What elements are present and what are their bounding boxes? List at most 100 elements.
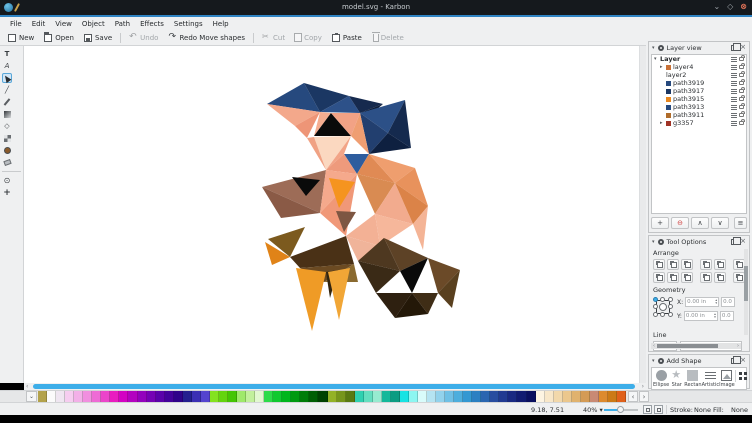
palette-swatch[interactable] — [210, 391, 219, 402]
scroll-left-icon[interactable]: ‹ — [26, 383, 28, 390]
group-button[interactable] — [700, 259, 712, 270]
palette-prev-button[interactable]: ‹ — [628, 391, 638, 402]
menu-settings[interactable]: Settings — [169, 20, 208, 28]
palette-swatch[interactable] — [219, 391, 228, 402]
float-panel-icon[interactable] — [731, 358, 737, 364]
anchor-selector[interactable] — [653, 297, 673, 317]
palette-swatch[interactable] — [47, 391, 56, 402]
zoom-width-icon[interactable] — [654, 405, 663, 414]
scroll-right-icon[interactable]: › — [642, 383, 644, 390]
lock-icon[interactable] — [739, 97, 744, 101]
layer-properties-icon[interactable] — [731, 105, 737, 110]
layer-properties-icon[interactable] — [731, 65, 737, 70]
lower-layer-button[interactable]: ∨ — [711, 217, 729, 229]
palette-swatch[interactable] — [391, 391, 400, 402]
toolbar-button-paste[interactable]: Paste — [327, 32, 367, 44]
palette-swatch[interactable] — [273, 391, 282, 402]
palette-swatch[interactable] — [255, 391, 264, 402]
pencil-tool[interactable] — [2, 97, 12, 107]
layer-row-path3919[interactable]: path3919 — [652, 79, 746, 87]
palette-swatch[interactable] — [38, 391, 47, 402]
layer-menu-button[interactable]: ≡ — [734, 217, 747, 229]
palette-swatch[interactable] — [590, 391, 599, 402]
layer-row-g3357[interactable]: ▸g3357 — [652, 119, 746, 127]
float-panel-icon[interactable] — [731, 45, 737, 51]
scrollbar-thumb[interactable] — [33, 384, 635, 389]
align-left-button[interactable] — [653, 272, 665, 283]
toolbar-button-redo-move-shapes[interactable]: Redo Move shapes — [163, 32, 250, 44]
palette-swatch[interactable] — [228, 391, 237, 402]
palette-swatch[interactable] — [355, 391, 364, 402]
toolbar-button-save[interactable]: Save — [79, 32, 117, 44]
palette-swatch[interactable] — [92, 391, 101, 402]
palette-swatch[interactable] — [517, 391, 526, 402]
palette-swatch[interactable] — [527, 391, 536, 402]
x-position-field[interactable]: 0.00 in▴▾ — [685, 297, 719, 307]
stroke-value[interactable]: None — [694, 406, 711, 414]
palette-swatch[interactable] — [427, 391, 436, 402]
lock-icon[interactable] — [739, 121, 744, 125]
shape-item-rectan[interactable]: Rectan — [684, 370, 701, 388]
toolbar-button-copy[interactable]: Copy — [290, 32, 327, 44]
shape-item-image[interactable]: Image — [719, 370, 735, 388]
palette-swatch[interactable] — [237, 391, 246, 402]
shape-item-artistic[interactable]: Artistic — [702, 370, 720, 388]
lock-icon[interactable] — [739, 105, 744, 109]
palette-swatch[interactable] — [400, 391, 409, 402]
align-right-button[interactable] — [681, 272, 693, 283]
palette-swatch[interactable] — [147, 391, 156, 402]
zoom-dropdown[interactable]: 40% ▾ — [583, 406, 603, 414]
bring-to-front-button[interactable] — [653, 259, 665, 270]
palette-swatch[interactable] — [192, 391, 201, 402]
palette-swatch[interactable] — [617, 391, 626, 402]
menu-view[interactable]: View — [50, 20, 77, 28]
gradient-tool[interactable] — [2, 109, 12, 119]
lock-icon[interactable] — [739, 57, 744, 61]
layer-properties-icon[interactable] — [731, 97, 737, 102]
palette-swatch[interactable] — [337, 391, 346, 402]
palette-swatch[interactable] — [536, 391, 545, 402]
palette-swatch[interactable] — [581, 391, 590, 402]
menu-path[interactable]: Path — [110, 20, 135, 28]
palette-swatch[interactable] — [101, 391, 110, 402]
layer-properties-icon[interactable] — [731, 89, 737, 94]
palette-swatch[interactable] — [382, 391, 391, 402]
y-position-field[interactable]: 0.00 in▴▾ — [684, 311, 718, 321]
palette-swatch[interactable] — [165, 391, 174, 402]
layer-properties-icon[interactable] — [731, 57, 737, 62]
palette-swatch[interactable] — [282, 391, 291, 402]
align-center-button[interactable] — [667, 272, 679, 283]
layer-row-layer[interactable]: ▾Layer — [652, 55, 746, 63]
fill-value[interactable]: None — [731, 406, 748, 414]
layer-row-layer4[interactable]: ▸layer4 — [652, 63, 746, 71]
zoom-slider-thumb[interactable] — [617, 406, 624, 413]
tool-options-vertical-scrollbar[interactable] — [744, 249, 748, 335]
width-field[interactable]: 0.0 — [721, 297, 735, 307]
maximize-button[interactable]: ◇ — [727, 2, 733, 11]
palette-menu-button[interactable]: ⌄ — [26, 391, 37, 402]
palette-swatch[interactable] — [74, 391, 83, 402]
canvas-horizontal-scrollbar[interactable]: ‹ › — [24, 383, 646, 390]
layer-properties-icon[interactable] — [731, 73, 737, 78]
menu-effects[interactable]: Effects — [135, 20, 169, 28]
toolbar-button-undo[interactable]: Undo — [124, 32, 163, 44]
raise-layer-button[interactable]: ∧ — [691, 217, 709, 229]
text-tool[interactable] — [2, 49, 12, 59]
collapse-icon[interactable]: ▾ — [652, 45, 655, 51]
tool-options-horizontal-scrollbar[interactable]: ‹› — [651, 343, 741, 349]
layer-row-path3913[interactable]: path3913 — [652, 103, 746, 111]
palette-swatch[interactable] — [599, 391, 608, 402]
palette-swatch[interactable] — [608, 391, 617, 402]
palette-swatch[interactable] — [119, 391, 128, 402]
palette-swatch[interactable] — [56, 391, 65, 402]
float-panel-icon[interactable] — [731, 239, 737, 245]
delete-layer-button[interactable]: ⊖ — [671, 217, 689, 229]
minimize-button[interactable]: ⌄ — [713, 2, 720, 11]
paint-tool[interactable] — [2, 145, 12, 155]
layer-row-path3911[interactable]: path3911 — [652, 111, 746, 119]
distribute-vertical-button[interactable] — [714, 272, 726, 283]
menu-file[interactable]: File — [5, 20, 27, 28]
add-layer-button[interactable]: + — [651, 217, 669, 229]
palette-swatch[interactable] — [309, 391, 318, 402]
palette-swatch[interactable] — [328, 391, 337, 402]
